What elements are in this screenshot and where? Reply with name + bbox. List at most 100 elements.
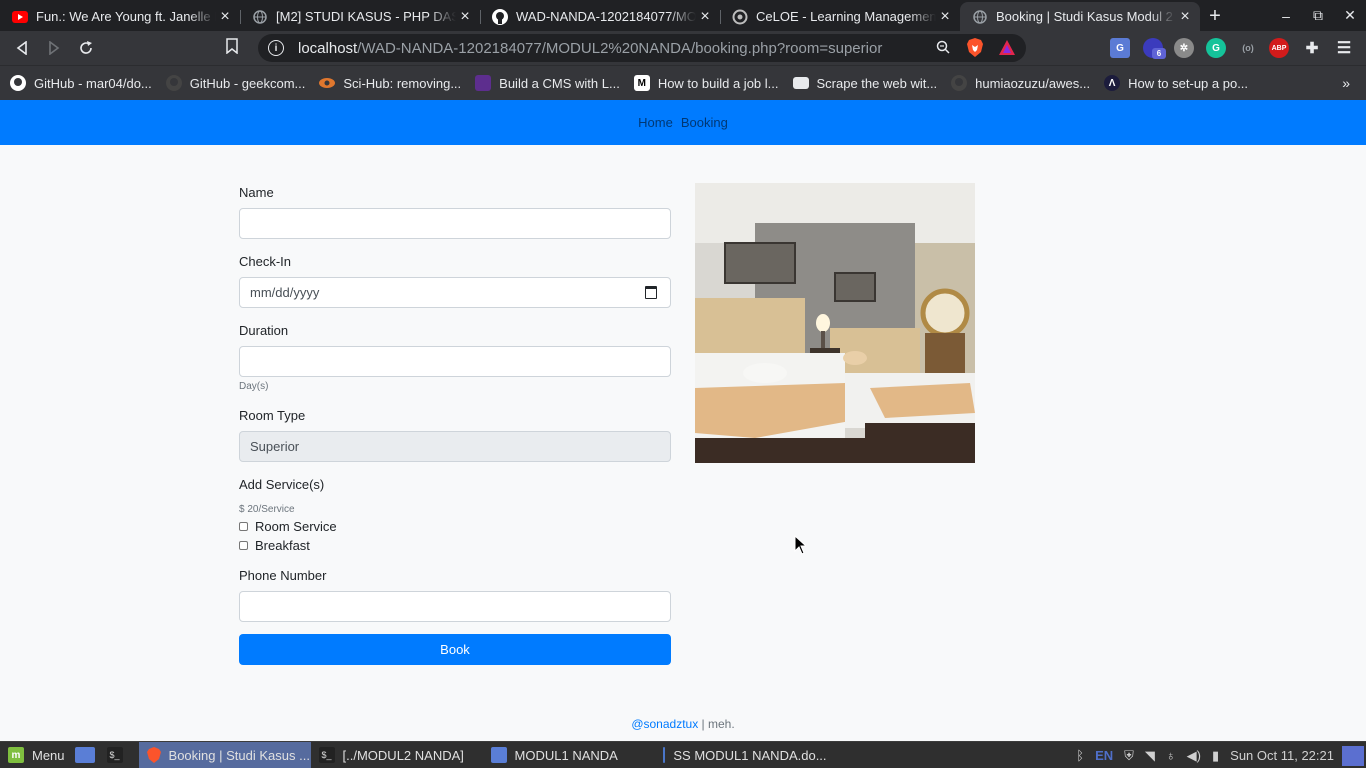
card-icon xyxy=(792,77,809,89)
brave-rewards-icon[interactable] xyxy=(998,39,1016,57)
browser-toolbar: i localhost/WAD-NANDA-1202184077/MODUL2%… xyxy=(0,31,1366,65)
name-input[interactable] xyxy=(239,208,671,239)
close-icon[interactable]: × xyxy=(216,8,234,26)
wappalyzer-icon[interactable]: (o) xyxy=(1238,38,1258,58)
os-taskbar: m Menu $_ Booking | Studi Kasus ... $_ [… xyxy=(0,741,1366,768)
book-button[interactable]: Book xyxy=(239,634,671,665)
tab-github[interactable]: WAD-NANDA-1202184077/MODUL2 × xyxy=(480,2,720,31)
forward-button[interactable] xyxy=(38,34,70,62)
calendar-icon[interactable] xyxy=(645,286,657,299)
checkin-date-input[interactable]: mm/dd/yyyy xyxy=(239,277,671,308)
battery-icon[interactable]: ▮ xyxy=(1212,748,1219,764)
close-icon[interactable]: × xyxy=(1176,8,1194,26)
github-icon xyxy=(492,8,508,25)
celoe-icon xyxy=(732,9,748,25)
back-button[interactable] xyxy=(6,34,38,62)
clock[interactable]: Sun Oct 11, 22:21 xyxy=(1230,748,1334,763)
extension-badge: 6 xyxy=(1152,48,1166,59)
bookmark-item[interactable]: humiaozuzu/awes... xyxy=(951,71,1090,95)
new-tab-button[interactable]: + xyxy=(1200,2,1230,31)
window-controls: – ⧉ ✕ xyxy=(1270,0,1366,31)
wifi-icon[interactable]: ◥ xyxy=(1145,748,1155,764)
tab-title: Booking | Studi Kasus Modul 2 PHP xyxy=(996,9,1176,24)
bookmark-item[interactable]: Λ How to set-up a po... xyxy=(1104,71,1248,95)
tab-title: WAD-NANDA-1202184077/MODUL2 xyxy=(516,9,696,24)
grammarly-icon[interactable]: G xyxy=(1206,38,1226,58)
puzzle-icon[interactable]: ✚ xyxy=(1302,38,1322,58)
nav-home[interactable]: Home xyxy=(638,115,673,130)
breakfast-checkbox[interactable] xyxy=(239,541,248,550)
tab-strip: Fun.: We Are Young ft. Janelle Monáe × [… xyxy=(0,0,1366,31)
nav-booking[interactable]: Booking xyxy=(681,115,728,130)
tab-studi-kasus[interactable]: [M2] STUDI KASUS - PHP DASAR × xyxy=(240,2,480,31)
bookmark-item[interactable]: GitHub - geekcom... xyxy=(165,71,305,95)
mint-logo-icon: m xyxy=(8,747,24,763)
footer-text: | meh. xyxy=(698,717,735,731)
gear-extension-icon[interactable]: ✲ xyxy=(1174,38,1194,58)
room-service-checkbox[interactable] xyxy=(239,522,248,531)
terminal-launcher[interactable]: $_ xyxy=(105,742,139,768)
files-launcher[interactable] xyxy=(73,742,105,768)
footer-author-link[interactable]: @sonadztux xyxy=(631,717,698,731)
keyboard-layout[interactable]: EN xyxy=(1095,748,1113,763)
tab-title: [M2] STUDI KASUS - PHP DASAR xyxy=(276,9,456,24)
globe-icon xyxy=(252,9,268,25)
phone-input[interactable] xyxy=(239,591,671,622)
tab-youtube[interactable]: Fun.: We Are Young ft. Janelle Monáe × xyxy=(0,2,240,31)
adblock-plus-icon[interactable]: ABP xyxy=(1269,38,1289,58)
maximize-icon[interactable]: ⧉ xyxy=(1302,7,1334,24)
terminal-icon: $_ xyxy=(106,747,123,763)
medium-icon: M xyxy=(633,75,650,91)
volume-icon[interactable]: ◀) xyxy=(1187,748,1201,764)
forward-icon xyxy=(49,41,60,55)
brave-shields-icon[interactable] xyxy=(966,38,984,58)
translate-icon[interactable]: G xyxy=(1110,38,1130,58)
back-icon xyxy=(16,41,27,55)
show-desktop-button[interactable] xyxy=(1342,745,1364,766)
book-icon xyxy=(475,75,492,91)
folder-icon xyxy=(74,747,95,763)
url-text[interactable]: localhost/WAD-NANDA-1202184077/MODUL2%20… xyxy=(298,40,882,57)
taskbar-window-browser[interactable]: Booking | Studi Kasus ... xyxy=(138,741,311,768)
close-icon[interactable]: × xyxy=(936,8,954,26)
start-menu[interactable]: m Menu xyxy=(0,742,73,768)
close-window-icon[interactable]: ✕ xyxy=(1334,7,1366,24)
bookmark-item[interactable]: M How to build a job l... xyxy=(633,71,779,95)
bookmark-item[interactable]: Sci-Hub: removing... xyxy=(319,71,461,95)
site-navbar: Home Booking xyxy=(0,100,1366,145)
lightbulb-icon[interactable]: ♁ xyxy=(1166,748,1176,763)
info-icon[interactable]: i xyxy=(268,40,284,56)
bookmark-item[interactable]: Build a CMS with L... xyxy=(475,71,620,95)
close-icon[interactable]: × xyxy=(696,8,714,26)
shield-icon[interactable]: ⛨ xyxy=(1124,748,1134,764)
taskbar-window-terminal[interactable]: $_ [../MODUL2 NANDA] xyxy=(311,742,483,768)
more-bookmarks-icon[interactable]: » xyxy=(1342,75,1350,91)
zoom-icon[interactable] xyxy=(936,40,950,57)
system-tray: ᛒ EN ⛨ ◥ ♁ ◀) ▮ Sun Oct 11, 22:21 xyxy=(1076,742,1366,768)
reload-button[interactable] xyxy=(70,34,102,62)
bookmark-item[interactable]: GitHub - mar04/do... xyxy=(10,71,152,95)
reload-icon xyxy=(80,41,92,54)
scihub-icon xyxy=(319,75,336,91)
services-label: Add Service(s) xyxy=(239,477,325,492)
room-photo xyxy=(695,183,975,463)
logo-icon: Λ xyxy=(1104,75,1121,91)
tab-celoe[interactable]: CeLOE - Learning Management System × xyxy=(720,2,960,31)
tab-booking[interactable]: Booking | Studi Kasus Modul 2 PHP × xyxy=(960,2,1200,31)
bookmark-item[interactable]: Scrape the web wit... xyxy=(792,71,937,95)
taskbar-window-document[interactable]: SS MODUL1 NANDA.do... xyxy=(655,742,835,768)
duration-input[interactable] xyxy=(239,346,671,377)
document-icon xyxy=(662,747,666,763)
kebab-menu-icon[interactable]: ☰ xyxy=(1334,38,1354,58)
taskbar-window-folder[interactable]: MODUL1 NANDA xyxy=(483,742,655,768)
minimize-icon[interactable]: – xyxy=(1270,8,1302,24)
close-icon[interactable]: × xyxy=(456,8,474,26)
bluetooth-icon[interactable]: ᛒ xyxy=(1076,748,1084,763)
youtube-icon xyxy=(12,9,28,25)
address-bar[interactable]: i localhost/WAD-NANDA-1202184077/MODUL2%… xyxy=(258,34,1026,62)
service-breakfast[interactable]: Breakfast xyxy=(239,536,671,555)
booking-form: Name Check-In mm/dd/yyyy Duration Day(s)… xyxy=(239,183,671,665)
duration-label: Duration xyxy=(239,323,289,338)
service-room-service[interactable]: Room Service xyxy=(239,517,671,536)
bookmark-icon[interactable] xyxy=(226,38,238,58)
